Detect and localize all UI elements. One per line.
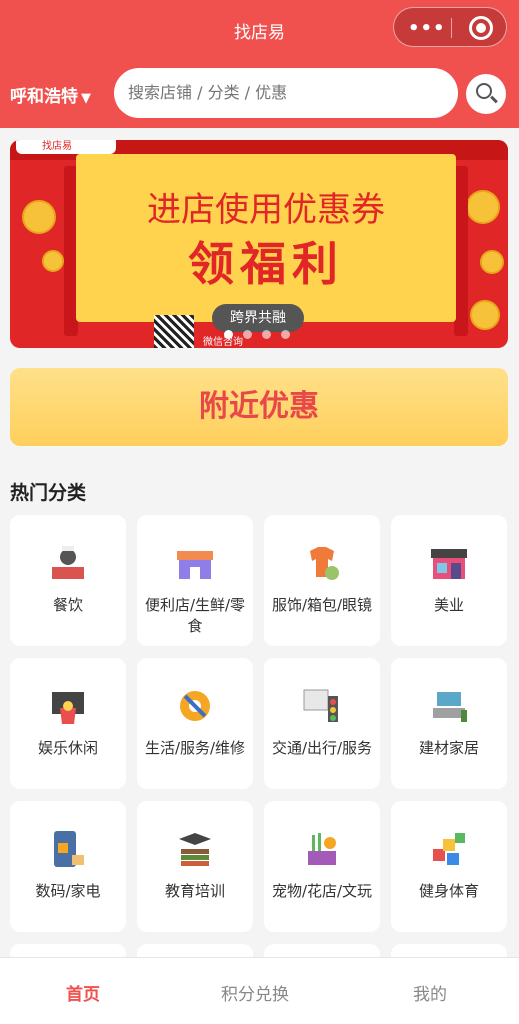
carousel-dot[interactable]	[224, 330, 233, 339]
banner-headline: 进店使用优惠券	[147, 190, 385, 230]
education-icon	[179, 833, 211, 866]
category-label: 宠物/花店/文玩	[271, 882, 373, 900]
tab-points-exchange[interactable]: 积分兑换	[221, 980, 289, 1005]
bottom-tab-bar: 首页 积分兑换 我的	[0, 957, 519, 1024]
city-selector[interactable]: 呼和浩特 ▼	[10, 82, 91, 107]
category-label: 数码/家电	[35, 882, 101, 900]
category-electronics[interactable]: 数码/家电	[10, 801, 126, 932]
coin-decoration	[480, 250, 504, 274]
category-label: 娱乐休闲	[37, 739, 98, 757]
category-dining[interactable]: 餐饮	[10, 515, 126, 646]
mini-program-capsule: •••	[393, 7, 507, 47]
more-icon[interactable]: •••	[408, 18, 446, 39]
search-button[interactable]	[466, 74, 506, 114]
pet-flower-icon	[308, 833, 336, 865]
coin-decoration	[470, 300, 500, 330]
category-clothing[interactable]: 服饰/箱包/眼镜	[264, 515, 380, 646]
furniture-icon	[433, 692, 467, 722]
scroll-roll-right	[454, 166, 468, 336]
category-label: 美业	[433, 596, 464, 614]
search-input[interactable]	[114, 68, 458, 118]
caret-down-icon: ▼	[81, 91, 91, 106]
promo-banner[interactable]: 找店易 进店使用优惠券 领福利 跨界共融 微信咨询	[10, 140, 508, 348]
tab-home[interactable]: 首页	[66, 980, 100, 1005]
category-label: 教育培训	[164, 882, 225, 900]
category-label: 服饰/箱包/眼镜	[271, 596, 373, 614]
coin-decoration	[466, 190, 500, 224]
coin-decoration	[22, 200, 56, 234]
category-traffic[interactable]: 交通/出行/服务	[264, 658, 380, 789]
fitness-icon	[433, 833, 465, 865]
category-furniture[interactable]: 建材家居	[391, 658, 507, 789]
category-label: 交通/出行/服务	[271, 739, 373, 757]
search-bar: 呼和浩特 ▼	[0, 58, 519, 128]
carousel-indicator	[224, 324, 300, 343]
entertainment-icon	[52, 692, 84, 724]
banner-big-text: 领福利	[188, 237, 344, 291]
beauty-shop-icon	[431, 549, 467, 579]
category-label: 餐饮	[52, 596, 83, 614]
dining-icon	[52, 546, 84, 579]
close-target-icon[interactable]	[469, 16, 493, 40]
category-convenience-store[interactable]: 便利店/生鲜/零食	[137, 515, 253, 646]
nearby-deals-button[interactable]: 附近优惠	[10, 368, 508, 446]
category-fitness[interactable]: 健身体育	[391, 801, 507, 932]
traffic-icon	[303, 689, 338, 722]
category-label: 健身体育	[418, 882, 479, 900]
category-life-service[interactable]: 生活/服务/维修	[137, 658, 253, 789]
category-education[interactable]: 教育培训	[137, 801, 253, 932]
top-nav-bar: 找店易 •••	[0, 0, 519, 58]
carousel-dot[interactable]	[281, 330, 290, 339]
city-name: 呼和浩特	[10, 87, 78, 107]
store-icon	[177, 551, 213, 579]
hot-categories-title: 热门分类	[10, 482, 87, 504]
electronics-icon	[54, 831, 84, 867]
repair-icon	[180, 691, 210, 721]
category-label: 建材家居	[418, 739, 479, 757]
capsule-divider	[451, 18, 452, 38]
qr-code-icon	[154, 315, 194, 348]
carousel-dot[interactable]	[243, 330, 252, 339]
tab-mine[interactable]: 我的	[413, 980, 447, 1005]
category-label: 生活/服务/维修	[144, 739, 246, 757]
coin-decoration	[42, 250, 64, 272]
category-entertainment[interactable]: 娱乐休闲	[10, 658, 126, 789]
category-beauty[interactable]: 美业	[391, 515, 507, 646]
category-pet-flower[interactable]: 宠物/花店/文玩	[264, 801, 380, 932]
clothing-icon	[310, 547, 339, 580]
carousel-dot[interactable]	[262, 330, 271, 339]
category-label: 便利店/生鲜/零食	[144, 596, 246, 635]
banner-logo: 找店易	[16, 140, 116, 154]
search-icon-handle	[490, 95, 498, 104]
